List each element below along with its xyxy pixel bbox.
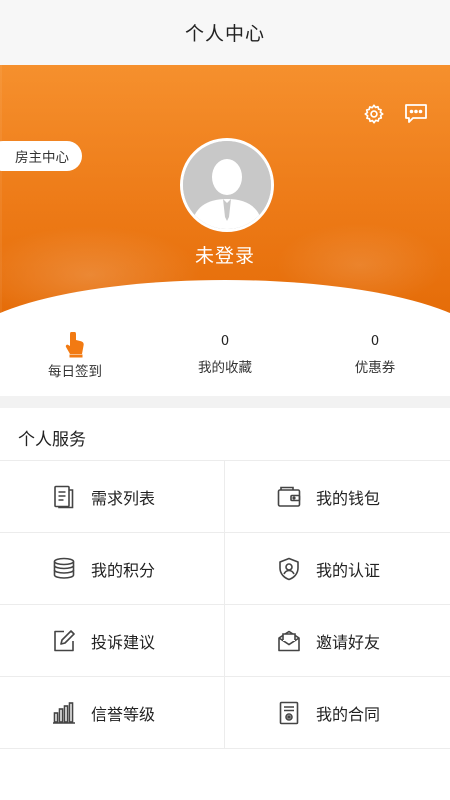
login-status[interactable]: 未登录 bbox=[0, 241, 450, 268]
coin-stack-icon bbox=[52, 557, 76, 581]
owner-center-button[interactable]: 房主中心 bbox=[0, 141, 82, 171]
wallet-icon bbox=[277, 485, 301, 509]
shield-user-icon bbox=[277, 557, 301, 581]
service-invite[interactable]: 邀请好友 bbox=[225, 605, 450, 676]
chat-bubble-icon bbox=[405, 104, 427, 123]
stat-label: 优惠券 bbox=[354, 360, 396, 376]
service-label: 我的积分 bbox=[91, 560, 156, 580]
service-demand-list[interactable]: 需求列表 bbox=[0, 461, 225, 532]
settings-button[interactable] bbox=[361, 101, 387, 127]
grid-row: 我的积分 我的认证 bbox=[0, 533, 450, 605]
default-user-avatar-icon bbox=[183, 141, 271, 229]
services-title: 个人服务 bbox=[18, 430, 86, 450]
service-label: 我的钱包 bbox=[316, 488, 381, 508]
coupons[interactable]: 0 优惠券 bbox=[300, 330, 450, 390]
gear-icon bbox=[364, 104, 384, 124]
bar-level-icon bbox=[52, 701, 76, 725]
grid-row: 需求列表 我的钱包 bbox=[0, 461, 450, 533]
service-verification[interactable]: 我的认证 bbox=[225, 533, 450, 604]
document-list-icon bbox=[52, 485, 76, 509]
stats-row: 每日签到 0 我的收藏 0 优惠券 bbox=[0, 330, 450, 390]
my-favorites[interactable]: 0 我的收藏 bbox=[150, 330, 300, 390]
service-complaints[interactable]: 投诉建议 bbox=[0, 605, 225, 676]
stat-value: 0 bbox=[370, 334, 380, 349]
service-label: 需求列表 bbox=[91, 488, 156, 508]
avatar[interactable] bbox=[180, 138, 274, 232]
contract-icon bbox=[277, 701, 301, 725]
service-label: 我的合同 bbox=[316, 704, 381, 724]
section-divider bbox=[0, 396, 450, 408]
grid-row: 信誉等级 我的合同 bbox=[0, 677, 450, 749]
service-label: 我的认证 bbox=[316, 560, 381, 580]
page-title: 个人中心 bbox=[184, 23, 265, 45]
service-label: 投诉建议 bbox=[91, 632, 156, 652]
stat-label: 每日签到 bbox=[48, 364, 102, 380]
grid-row: 投诉建议 邀请好友 bbox=[0, 605, 450, 677]
service-points[interactable]: 我的积分 bbox=[0, 533, 225, 604]
service-credit-level[interactable]: 信誉等级 bbox=[0, 677, 225, 748]
daily-checkin[interactable]: 每日签到 bbox=[0, 330, 150, 390]
services-grid: 需求列表 我的钱包 我的积分 我的认证 投诉建议 邀请好友 信誉等级 我的合同 bbox=[0, 460, 450, 749]
envelope-invite-icon bbox=[277, 629, 301, 653]
service-label: 信誉等级 bbox=[91, 704, 156, 724]
service-wallet[interactable]: 我的钱包 bbox=[225, 461, 450, 532]
messages-button[interactable] bbox=[403, 101, 429, 127]
title-bar: 个人中心 bbox=[0, 0, 450, 65]
service-label: 邀请好友 bbox=[316, 632, 381, 652]
profile-header: 房主中心 未登录 bbox=[0, 65, 450, 320]
service-contract[interactable]: 我的合同 bbox=[225, 677, 450, 748]
edit-pencil-icon bbox=[52, 629, 76, 653]
stat-label: 我的收藏 bbox=[198, 360, 252, 376]
stat-value: 0 bbox=[220, 334, 230, 349]
tap-hand-icon bbox=[64, 330, 86, 358]
